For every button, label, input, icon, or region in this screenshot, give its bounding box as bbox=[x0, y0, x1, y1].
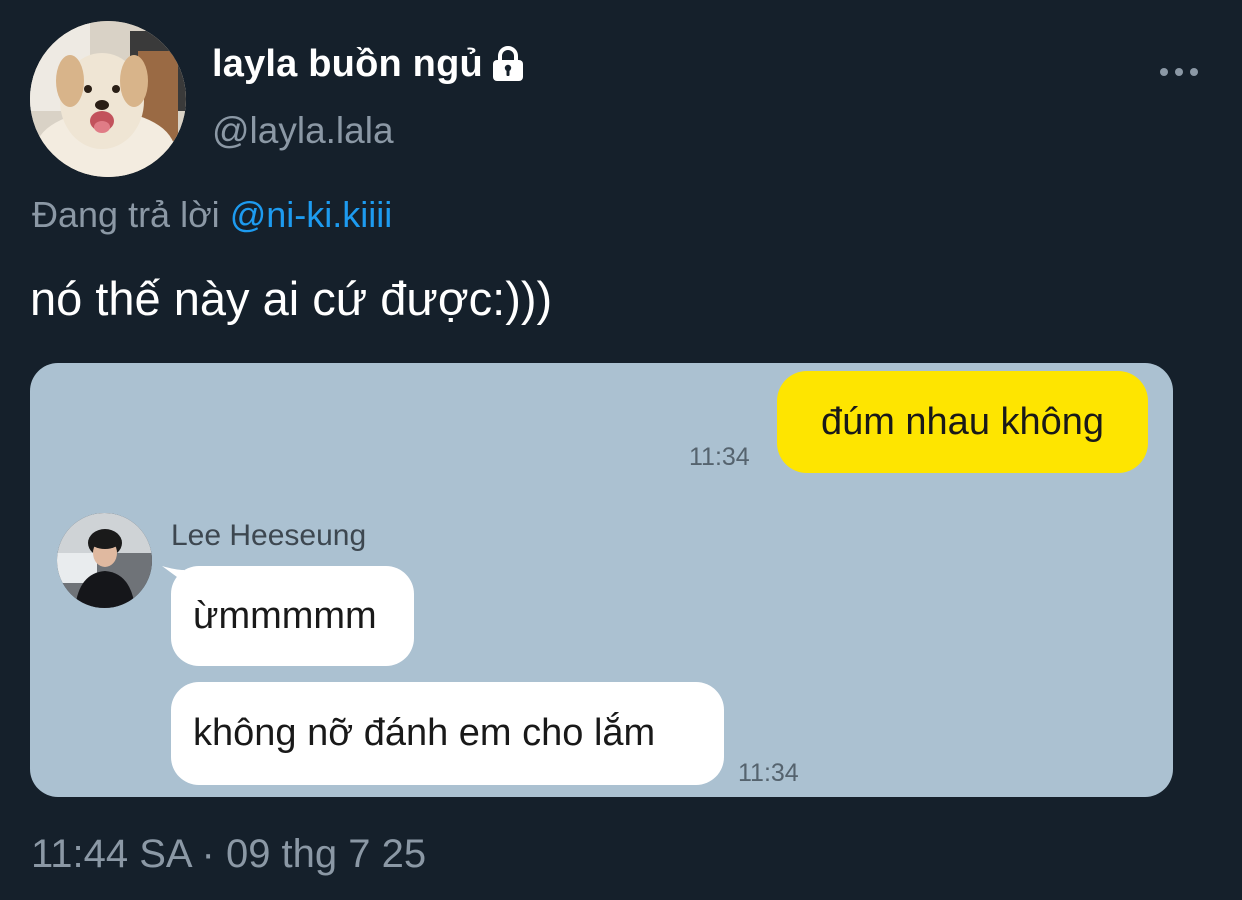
author-name-row: layla buồn ngủ bbox=[212, 40, 529, 88]
incoming-message-bubble: không nỡ đánh em cho lắm bbox=[171, 682, 724, 785]
display-name[interactable]: layla buồn ngủ bbox=[212, 40, 483, 88]
outgoing-message-bubble: đúm nhau không bbox=[777, 371, 1148, 473]
friend-name: Lee Heeseung bbox=[171, 519, 367, 552]
dog-avatar-icon bbox=[30, 21, 186, 177]
author-handle[interactable]: @layla.lala bbox=[212, 108, 394, 154]
reply-context: Đang trả lời @ni-ki.kiiii bbox=[32, 192, 392, 238]
person-avatar-icon bbox=[57, 513, 152, 608]
reply-mention-link[interactable]: @ni-ki.kiiii bbox=[230, 194, 393, 235]
lock-icon bbox=[487, 43, 529, 85]
tweet-text: nó thế này ai cứ được:))) bbox=[30, 272, 553, 325]
incoming-message-time: 11:34 bbox=[738, 759, 799, 787]
outgoing-message-time: 11:34 bbox=[689, 443, 750, 471]
incoming-message-bubble: ừmmmmm bbox=[171, 566, 414, 666]
reply-prefix: Đang trả lời bbox=[32, 194, 220, 235]
tweet-detail: layla buồn ngủ @layla.lala Đang trả lời … bbox=[0, 0, 1242, 900]
friend-avatar bbox=[57, 513, 152, 608]
tweet-timestamp[interactable]: 11:44 SA · 09 thg 7 25 bbox=[31, 829, 426, 879]
tweet-media-image[interactable]: đúm nhau không 11:34 Lee Heeseung ừmmmmm… bbox=[30, 363, 1173, 797]
more-horizontal-icon[interactable] bbox=[1157, 60, 1201, 84]
author-avatar[interactable] bbox=[30, 21, 186, 177]
